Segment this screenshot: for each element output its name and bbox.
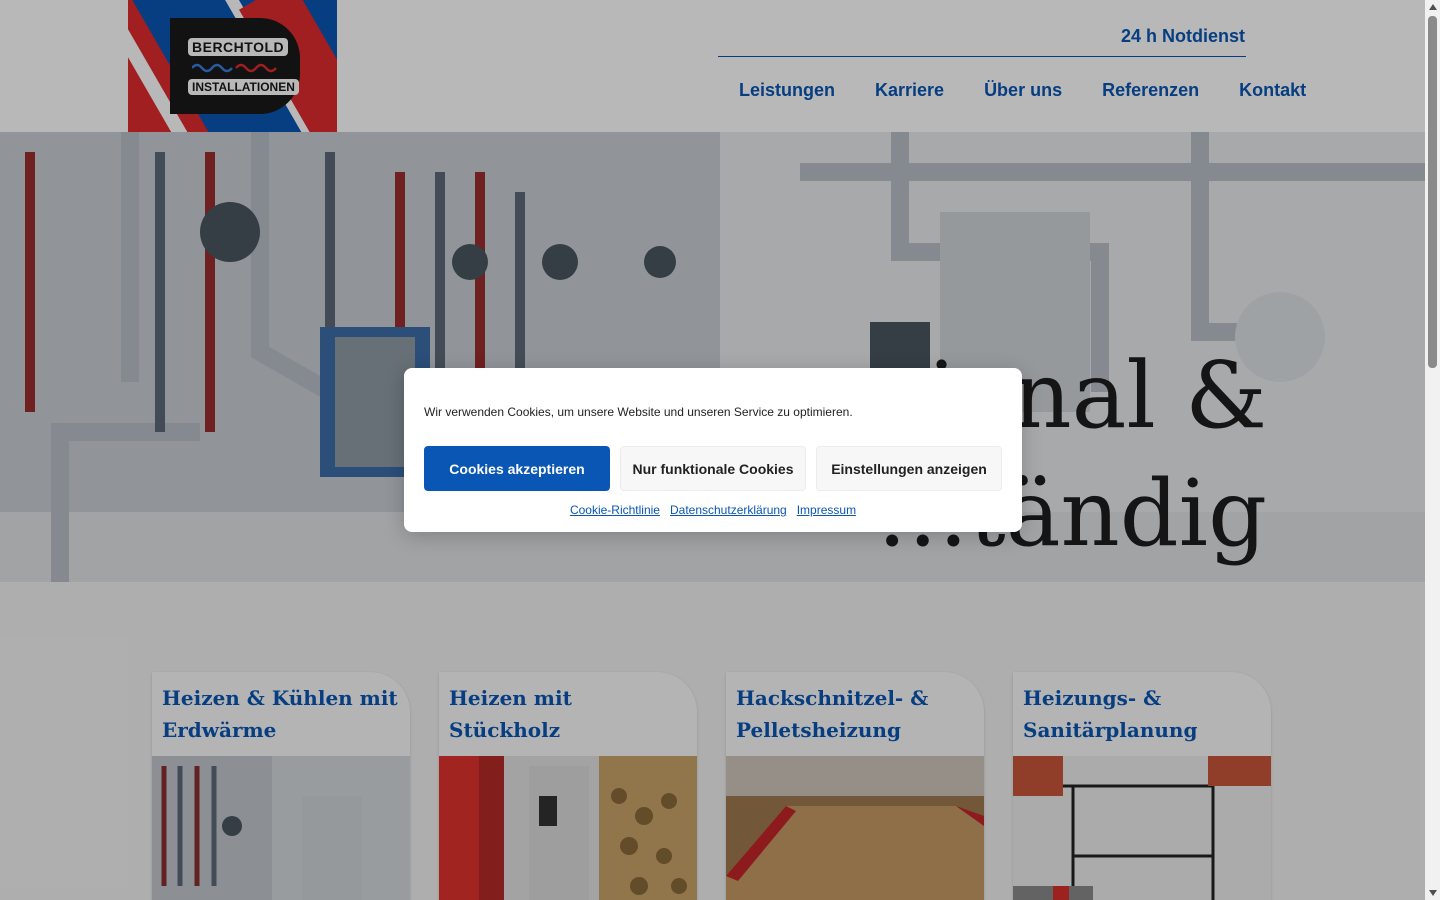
cookie-settings-button[interactable]: Einstellungen anzeigen: [816, 446, 1002, 491]
scrollbar-thumb[interactable]: [1428, 16, 1437, 368]
scroll-down-icon[interactable]: [1429, 890, 1437, 896]
imprint-link[interactable]: Impressum: [797, 503, 856, 517]
privacy-policy-link[interactable]: Datenschutzerklärung: [670, 503, 787, 517]
accept-cookies-button[interactable]: Cookies akzeptieren: [424, 446, 610, 491]
cookie-policy-link[interactable]: Cookie-Richtlinie: [570, 503, 660, 517]
cookie-links: Cookie-Richtlinie Datenschutzerklärung I…: [404, 503, 1022, 517]
cookie-consent-dialog: Wir verwenden Cookies, um unsere Website…: [404, 368, 1022, 532]
cookie-message: Wir verwenden Cookies, um unsere Website…: [424, 405, 853, 419]
scroll-up-icon[interactable]: [1429, 4, 1437, 10]
page-scrollbar[interactable]: [1425, 0, 1440, 900]
functional-cookies-button[interactable]: Nur funktionale Cookies: [620, 446, 806, 491]
